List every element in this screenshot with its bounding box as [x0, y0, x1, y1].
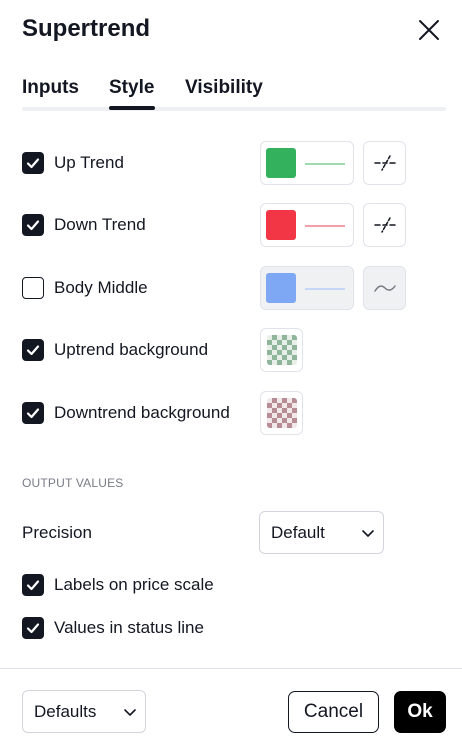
checkmark-icon: [26, 220, 40, 231]
chevron-down-icon: [362, 530, 374, 537]
uptrend-background-checkbox[interactable]: [22, 339, 44, 361]
body-middle-checkbox[interactable]: [22, 277, 44, 299]
row-labels-on-price-scale: Labels on price scale: [22, 563, 446, 607]
defaults-dropdown[interactable]: Defaults: [22, 690, 146, 733]
up-trend-label: Up Trend: [54, 153, 124, 172]
row-up-trend: Up Trend: [22, 141, 446, 185]
tab-bar: Inputs Style Visibility: [22, 74, 446, 112]
row-values-in-status-line: Values in status line: [22, 606, 446, 650]
down-trend-label: Down Trend: [54, 215, 146, 234]
line-sample: [305, 163, 345, 165]
labels-on-price-scale-label: Labels on price scale: [54, 575, 214, 594]
transparent-color-swatch: [266, 335, 297, 365]
body-middle-line-style-button[interactable]: [363, 266, 406, 310]
up-trend-color-button[interactable]: [260, 141, 354, 185]
cancel-button[interactable]: Cancel: [288, 691, 379, 733]
tab-style[interactable]: Style: [109, 74, 154, 102]
checkmark-icon: [26, 408, 40, 419]
line-style-icon: [373, 217, 396, 233]
line-style-icon: [373, 155, 396, 171]
tab-inputs[interactable]: Inputs: [22, 74, 79, 102]
body-middle-label: Body Middle: [54, 278, 148, 297]
downtrend-background-color-button[interactable]: [260, 391, 303, 435]
color-swatch: [266, 148, 296, 178]
up-trend-line-style-button[interactable]: [363, 141, 406, 185]
downtrend-background-label: Downtrend background: [54, 403, 230, 422]
values-in-status-line-checkbox[interactable]: [22, 617, 44, 639]
checkmark-icon: [26, 580, 40, 591]
footer-divider: [0, 668, 462, 669]
close-icon: [419, 20, 439, 40]
dialog-title: Supertrend: [22, 15, 151, 42]
down-trend-checkbox[interactable]: [22, 214, 44, 236]
supertrend-settings-dialog: Supertrend Inputs Style Visibility Up Tr…: [0, 0, 462, 748]
row-uptrend-background: Uptrend background: [22, 328, 446, 372]
checkmark-icon: [26, 345, 40, 356]
values-in-status-line-label: Values in status line: [54, 618, 204, 637]
tabs-divider: [22, 107, 446, 111]
transparent-color-swatch: [266, 398, 297, 428]
ok-button[interactable]: Ok: [394, 691, 446, 733]
checkmark-icon: [26, 623, 40, 634]
downtrend-background-checkbox[interactable]: [22, 402, 44, 424]
precision-select-value: Default: [271, 523, 325, 542]
body-middle-color-button[interactable]: [260, 266, 354, 310]
up-trend-checkbox[interactable]: [22, 152, 44, 174]
color-swatch: [266, 210, 296, 240]
row-down-trend: Down Trend: [22, 203, 446, 247]
down-trend-line-style-button[interactable]: [363, 203, 406, 247]
checkmark-icon: [26, 158, 40, 169]
line-sample: [305, 225, 345, 227]
close-button[interactable]: [412, 13, 446, 47]
precision-label: Precision: [22, 523, 92, 542]
defaults-label: Defaults: [34, 702, 97, 721]
row-downtrend-background: Downtrend background: [22, 391, 446, 435]
tab-visibility[interactable]: Visibility: [185, 74, 263, 102]
chevron-down-icon: [124, 709, 136, 716]
uptrend-background-label: Uptrend background: [54, 340, 209, 359]
precision-select[interactable]: Default: [259, 511, 384, 554]
active-tab-indicator: [109, 106, 155, 110]
down-trend-color-button[interactable]: [260, 203, 354, 247]
uptrend-background-color-button[interactable]: [260, 328, 303, 372]
labels-on-price-scale-checkbox[interactable]: [22, 574, 44, 596]
wave-line-icon: [373, 285, 396, 292]
output-values-heading: OUTPUT VALUES: [22, 476, 124, 490]
color-swatch: [266, 273, 296, 303]
row-body-middle: Body Middle: [22, 266, 446, 310]
line-sample: [305, 288, 345, 290]
